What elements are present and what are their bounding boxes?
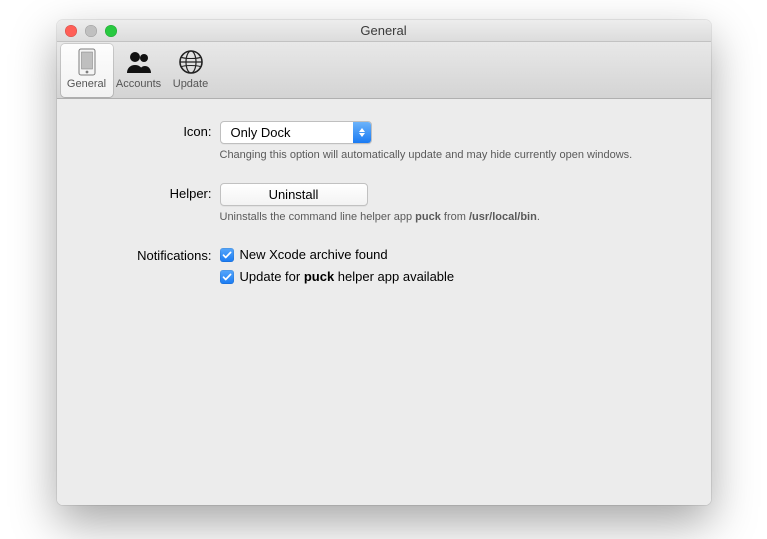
tab-label: Update <box>173 78 208 90</box>
tab-general[interactable]: General <box>61 44 113 97</box>
phone-icon <box>72 47 102 77</box>
notifications-label: Notifications: <box>97 245 220 263</box>
notif-xcode-archive[interactable]: New Xcode archive found <box>220 245 671 265</box>
toolbar: General Accounts <box>57 42 711 99</box>
icon-row: Icon: Only Dock Changing this option wil… <box>97 121 671 177</box>
checkbox-checked-icon <box>220 270 234 284</box>
titlebar: General <box>57 20 711 42</box>
accounts-icon <box>124 47 154 77</box>
helper-row: Helper: Uninstall Uninstalls the command… <box>97 183 671 239</box>
icon-popup-value: Only Dock <box>221 125 353 140</box>
tab-update[interactable]: Update <box>165 44 217 97</box>
helper-path: /usr/local/bin <box>469 211 537 223</box>
window-title: General <box>57 23 711 38</box>
checkbox-label: New Xcode archive found <box>240 247 388 262</box>
preferences-window: General General Accounts <box>57 20 711 505</box>
tab-label: Accounts <box>116 78 161 90</box>
checkbox-checked-icon <box>220 248 234 262</box>
content-area: Icon: Only Dock Changing this option wil… <box>57 99 711 505</box>
helper-app-name: puck <box>415 211 441 223</box>
uninstall-button[interactable]: Uninstall <box>220 183 368 206</box>
helper-hint: Uninstalls the command line helper app p… <box>220 210 671 225</box>
icon-label: Icon: <box>97 121 220 139</box>
checkbox-label: Update for puck helper app available <box>240 269 455 284</box>
chevron-up-down-icon <box>353 122 371 143</box>
icon-hint: Changing this option will automatically … <box>220 148 671 163</box>
globe-icon <box>176 47 206 77</box>
helper-label: Helper: <box>97 183 220 201</box>
tab-label: General <box>67 78 106 90</box>
notif-puck-update[interactable]: Update for puck helper app available <box>220 267 671 287</box>
notifications-row: Notifications: New Xcode archive found U… <box>97 245 671 289</box>
icon-popup[interactable]: Only Dock <box>220 121 372 144</box>
tab-accounts[interactable]: Accounts <box>113 44 165 97</box>
